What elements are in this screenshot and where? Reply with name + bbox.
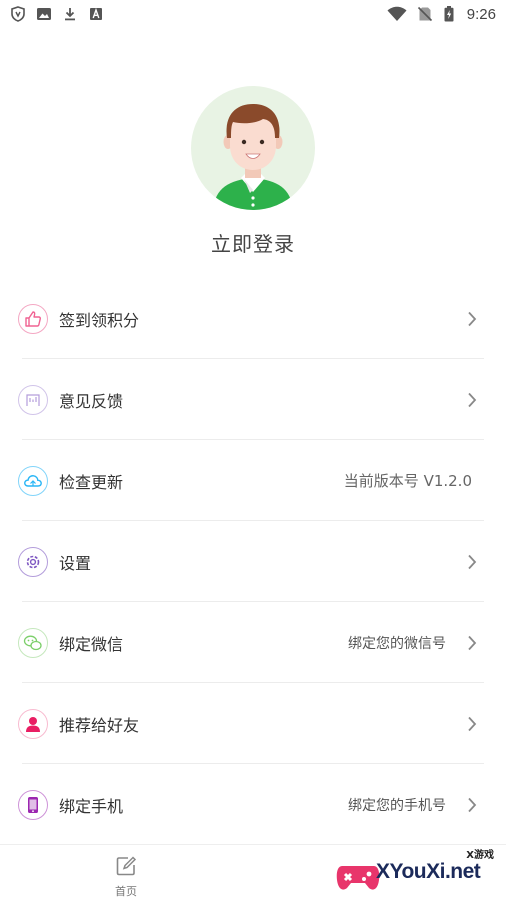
watermark-brand: XYouXi.net bbox=[376, 860, 481, 883]
menu-item-check-update[interactable]: 检查更新 当前版本号 V1.2.0 bbox=[0, 440, 506, 521]
avatar-illustration bbox=[213, 104, 293, 210]
settings-menu: 签到领积分 意见反馈 检查更新 当前版本号 V1.2.0 设置 绑定微信 绑定您… bbox=[0, 278, 506, 845]
status-bar-left bbox=[10, 6, 104, 22]
wechat-hint: 绑定您的微信号 bbox=[348, 635, 446, 652]
image-icon bbox=[36, 6, 52, 22]
version-text: 当前版本号 V1.2.0 bbox=[343, 472, 472, 490]
edit-icon bbox=[115, 855, 137, 881]
menu-item-recommend[interactable]: 推荐给好友 bbox=[0, 683, 506, 764]
menu-item-label: 意见反馈 bbox=[59, 391, 124, 411]
font-icon bbox=[88, 6, 104, 22]
login-link[interactable]: 立即登录 bbox=[211, 228, 295, 257]
wechat-icon bbox=[18, 627, 48, 658]
status-time: 9:26 bbox=[466, 5, 496, 23]
menu-item-settings[interactable]: 设置 bbox=[0, 521, 506, 602]
avatar[interactable] bbox=[191, 86, 315, 210]
chevron-right-icon bbox=[466, 553, 478, 571]
battery-charging-icon bbox=[443, 6, 455, 22]
phone-hint: 绑定您的手机号 bbox=[348, 797, 446, 814]
person-icon bbox=[18, 708, 48, 739]
watermark-logo: X游戏 XYouXi.net bbox=[336, 846, 502, 898]
chevron-right-icon bbox=[466, 391, 478, 409]
status-bar: 9:26 bbox=[0, 0, 506, 28]
menu-item-bind-phone[interactable]: 绑定手机 绑定您的手机号 bbox=[0, 764, 506, 845]
tab-home-label: 首页 bbox=[115, 885, 137, 898]
chevron-right-icon bbox=[466, 634, 478, 652]
cloud-update-icon bbox=[18, 465, 48, 496]
menu-item-label: 推荐给好友 bbox=[59, 715, 140, 735]
gear-icon bbox=[18, 546, 48, 577]
menu-item-label: 绑定手机 bbox=[59, 796, 124, 816]
phone-icon bbox=[18, 789, 48, 820]
profile-section: 立即登录 bbox=[0, 86, 506, 257]
chevron-right-icon bbox=[466, 796, 478, 814]
watermark-tag: X游戏 bbox=[466, 850, 494, 861]
gamepad-logo-icon bbox=[336, 866, 380, 890]
menu-item-feedback[interactable]: 意见反馈 bbox=[0, 359, 506, 440]
menu-item-label: 设置 bbox=[59, 553, 92, 573]
menu-item-label: 绑定微信 bbox=[59, 634, 124, 654]
menu-item-bind-wechat[interactable]: 绑定微信 绑定您的微信号 bbox=[0, 602, 506, 683]
tab-home[interactable]: 首页 bbox=[102, 855, 150, 899]
shield-icon bbox=[10, 6, 26, 22]
no-sim-icon bbox=[417, 6, 433, 22]
thumbs-up-icon bbox=[18, 303, 48, 334]
status-bar-right: 9:26 bbox=[387, 6, 496, 23]
feedback-icon bbox=[18, 384, 48, 415]
wifi-icon bbox=[387, 6, 407, 22]
menu-item-label: 签到领积分 bbox=[59, 310, 140, 330]
menu-item-check-in[interactable]: 签到领积分 bbox=[0, 278, 506, 359]
download-icon bbox=[62, 6, 78, 22]
menu-item-label: 检查更新 bbox=[59, 472, 124, 492]
chevron-right-icon bbox=[466, 715, 478, 733]
chevron-right-icon bbox=[466, 310, 478, 328]
